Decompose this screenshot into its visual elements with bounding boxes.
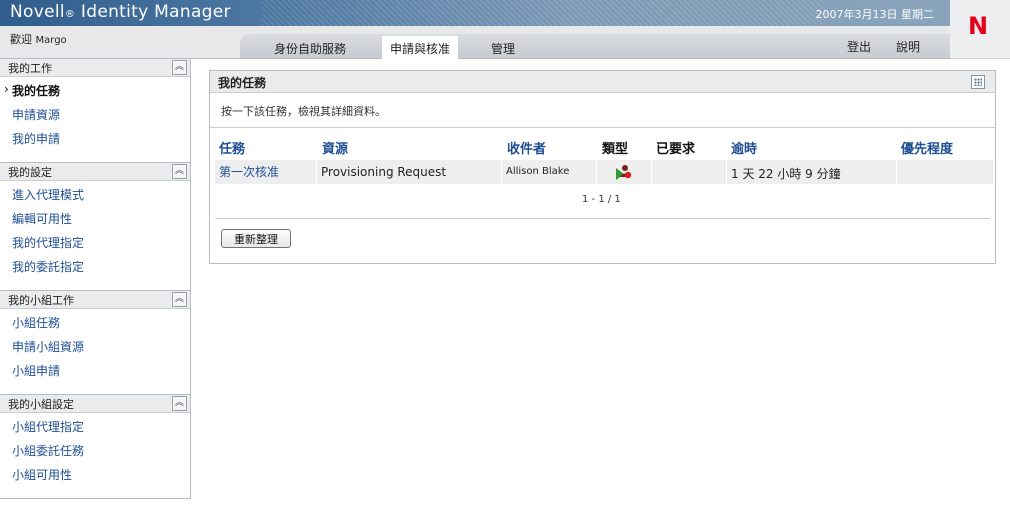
column-header-resource[interactable]: 資源 xyxy=(322,138,348,157)
collapse-chevron-icon[interactable]: ︽ xyxy=(172,60,187,75)
instruction-text: 按一下該任務，檢視其詳細資料。 xyxy=(221,105,386,118)
refresh-button[interactable]: 重新整理 xyxy=(221,229,291,248)
tab-administration[interactable]: 管理 xyxy=(483,38,523,59)
sidebar-item-request-resources[interactable]: 申請資源 xyxy=(12,106,60,123)
grid-options-icon[interactable] xyxy=(971,75,985,89)
sidebar-item-my-requests[interactable]: 我的申請 xyxy=(12,130,60,147)
tab-identity-self-service[interactable]: 身份自助服務 xyxy=(266,38,354,59)
sidebar-item-team-availability[interactable]: 小組可用性 xyxy=(12,466,72,483)
sidebar-item-my-tasks[interactable]: 我的任務 xyxy=(4,82,60,99)
header-banner: Novell® Identity Manager 2007年3月13日 星期二 xyxy=(0,0,950,26)
sidebar-item-team-delegate-tasks[interactable]: 小組委託任務 xyxy=(12,442,84,459)
column-header-overdue[interactable]: 逾時 xyxy=(731,138,757,157)
novell-n-icon: N xyxy=(968,12,989,40)
section-team-work: 我的小組工作 ︽ xyxy=(0,290,190,309)
tab-requests-approvals[interactable]: 申請與核准 xyxy=(382,36,459,60)
sidebar-item-enter-proxy-mode[interactable]: 進入代理模式 xyxy=(12,186,84,203)
product-title: Novell® Identity Manager xyxy=(10,2,231,22)
novell-logo: N xyxy=(950,0,1010,59)
table-row[interactable]: 第一次核准 Provisioning Request Allison Blake… xyxy=(215,160,993,184)
panel-header: 我的任務 xyxy=(210,71,995,93)
section-team-settings: 我的小組設定 ︽ xyxy=(0,394,190,413)
collapse-chevron-icon[interactable]: ︽ xyxy=(172,292,187,307)
pagination-info: 1 - 1 / 1 xyxy=(582,194,621,205)
my-tasks-panel: 我的任務 按一下該任務，檢視其詳細資料。 任務 資源 收件者 類型 已要求 逾時… xyxy=(209,70,996,264)
sidebar-item-team-tasks[interactable]: 小組任務 xyxy=(12,314,60,331)
sidebar-item-team-proxy-assignments[interactable]: 小組代理指定 xyxy=(12,418,84,435)
column-header-recipient[interactable]: 收件者 xyxy=(507,138,546,157)
task-link[interactable]: 第一次核准 xyxy=(219,163,279,180)
section-my-work: 我的工作 ︽ xyxy=(0,58,190,77)
sidebar-item-team-requests[interactable]: 小組申請 xyxy=(12,362,60,379)
help-link[interactable]: 說明 xyxy=(896,38,920,55)
column-header-type: 類型 xyxy=(602,142,629,157)
resource-cell: Provisioning Request xyxy=(321,165,447,179)
sidebar-item-edit-availability[interactable]: 編輯可用性 xyxy=(12,210,72,227)
section-my-settings: 我的設定 ︽ xyxy=(0,162,190,181)
panel-title: 我的任務 xyxy=(218,76,267,90)
column-header-requested: 已要求 xyxy=(656,142,696,157)
tab-strip: 身份自助服務 申請與核准 管理 登出 說明 xyxy=(240,34,950,60)
sidebar: 我的工作 ︽ 我的任務 申請資源 我的申請 我的設定 ︽ 進入代理模式 編輯可用… xyxy=(0,58,191,499)
user-name: Margo xyxy=(35,35,67,46)
sidebar-item-my-proxy-assignments[interactable]: 我的代理指定 xyxy=(12,234,84,251)
collapse-chevron-icon[interactable]: ︽ xyxy=(172,164,187,179)
current-date: 2007年3月13日 星期二 xyxy=(815,8,935,21)
column-header-priority[interactable]: 優先程度 xyxy=(901,138,953,157)
logout-link[interactable]: 登出 xyxy=(847,38,871,55)
sidebar-item-request-team-resources[interactable]: 申請小組資源 xyxy=(12,338,84,355)
welcome-text: 歡迎 Margo xyxy=(10,33,67,46)
column-header-task[interactable]: 任務 xyxy=(219,138,245,157)
divider xyxy=(215,218,990,219)
divider xyxy=(210,127,995,128)
sidebar-item-my-delegate-assignments[interactable]: 我的委託指定 xyxy=(12,258,84,275)
recipient-cell: Allison Blake xyxy=(506,166,570,177)
overdue-cell: 1 天 22 小時 9 分鐘 xyxy=(731,167,841,181)
user-bar: 歡迎 Margo 身份自助服務 申請與核准 管理 登出 說明 xyxy=(0,26,950,60)
banner-texture xyxy=(262,0,822,26)
collapse-chevron-icon[interactable]: ︽ xyxy=(172,396,187,411)
provisioning-request-icon xyxy=(615,163,633,184)
